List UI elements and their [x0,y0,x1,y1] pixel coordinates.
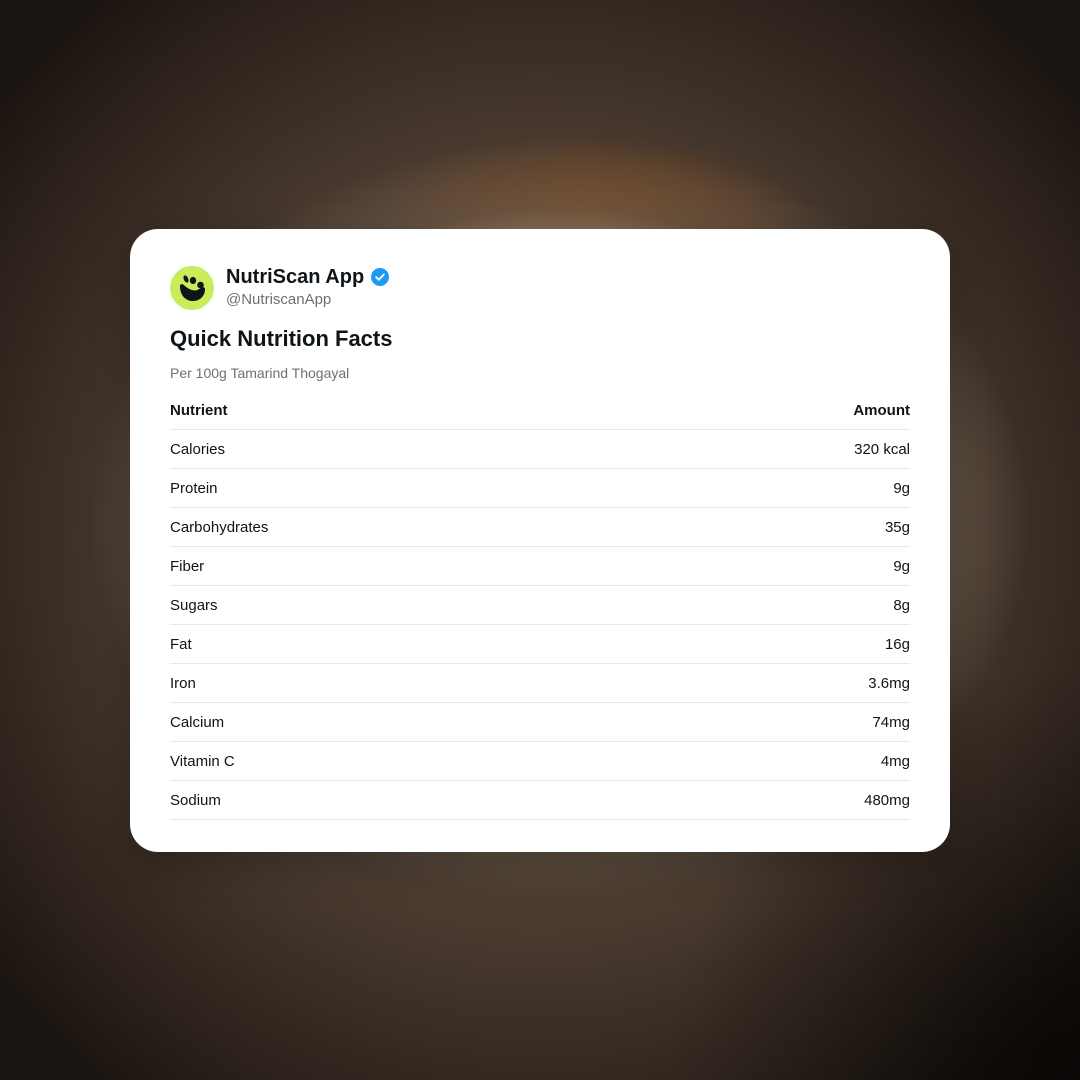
nutrient-amount: 480mg [639,780,910,820]
leaf-bowl-logo-icon [180,274,205,301]
table-row: Vitamin C 4mg [170,741,910,781]
table-row: Fiber 9g [170,546,910,586]
table-row: Calories 320 kcal [170,429,910,469]
avatar[interactable] [170,265,214,310]
nutrition-table: Nutrient Amount Calories 320 kcal Protei… [170,391,910,820]
table-row: Calcium 74mg [170,702,910,742]
account-name[interactable]: NutriScan App [226,265,364,289]
nutrient-amount: 74mg [639,702,910,742]
account-handle[interactable]: @NutriscanApp [226,290,390,310]
column-header-amount: Amount [639,391,910,430]
card-title: Quick Nutrition Facts [170,326,393,351]
nutrient-amount: 4mg [639,741,910,781]
nutrient-name: Carbohydrates [170,507,640,547]
card-subtitle: Per 100g Tamarind Thogayal [170,365,350,381]
account-names: NutriScan App @NutriscanApp [226,265,390,310]
nutrient-name: Fat [170,624,640,664]
nutrient-name: Calories [170,429,640,469]
nutrition-card: NutriScan App @NutriscanApp Quick Nutrit… [130,229,950,852]
table-row: Sugars 8g [170,585,910,625]
table-row: Sodium 480mg [170,780,910,820]
nutrient-name: Iron [170,663,640,703]
column-header-nutrient: Nutrient [170,391,640,430]
nutrient-name: Protein [170,468,640,508]
nutrient-name: Fiber [170,546,640,586]
nutrient-name: Sugars [170,585,640,625]
table-row: Iron 3.6mg [170,663,910,703]
nutrient-amount: 35g [639,507,910,547]
post-header: NutriScan App @NutriscanApp [170,265,390,310]
nutrient-amount: 320 kcal [639,429,910,469]
table-row: Fat 16g [170,624,910,664]
table-row: Carbohydrates 35g [170,507,910,547]
nutrient-name: Vitamin C [170,741,640,781]
nutrient-name: Calcium [170,702,640,742]
nutrient-amount: 9g [639,546,910,586]
nutrient-amount: 9g [639,468,910,508]
nutrient-name: Sodium [170,780,640,820]
verified-badge-icon [371,268,390,286]
table-header-row: Nutrient Amount [170,391,910,430]
table-row: Protein 9g [170,468,910,508]
nutrient-amount: 8g [639,585,910,625]
nutrient-amount: 3.6mg [639,663,910,703]
nutrient-amount: 16g [639,624,910,664]
name-row: NutriScan App [226,265,390,289]
